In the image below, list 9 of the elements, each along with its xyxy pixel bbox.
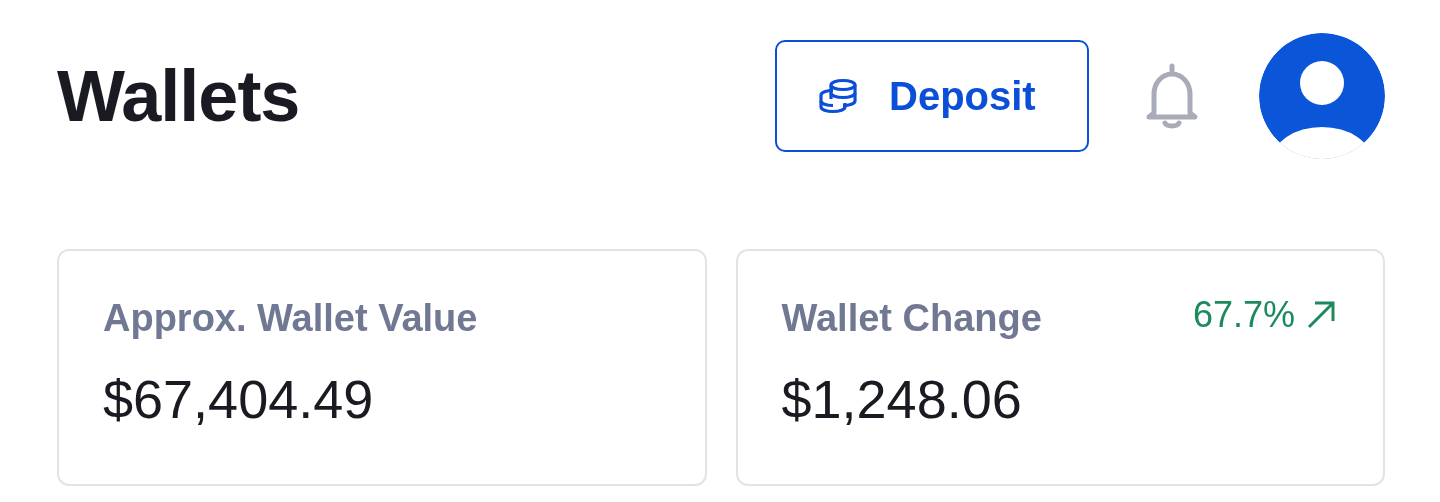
change-percent: 67.7% — [1192, 293, 1295, 336]
card-value: $1,248.06 — [781, 368, 1023, 430]
avatar-icon[interactable] — [1259, 33, 1385, 159]
page-title: Wallets — [57, 55, 300, 137]
card-label: Wallet Change — [781, 297, 1042, 340]
card-value: $67,404.49 — [103, 368, 375, 430]
card-label: Approx. Wallet Value — [103, 297, 478, 340]
coins-icon — [819, 78, 859, 114]
deposit-button[interactable]: Deposit — [775, 40, 1089, 152]
